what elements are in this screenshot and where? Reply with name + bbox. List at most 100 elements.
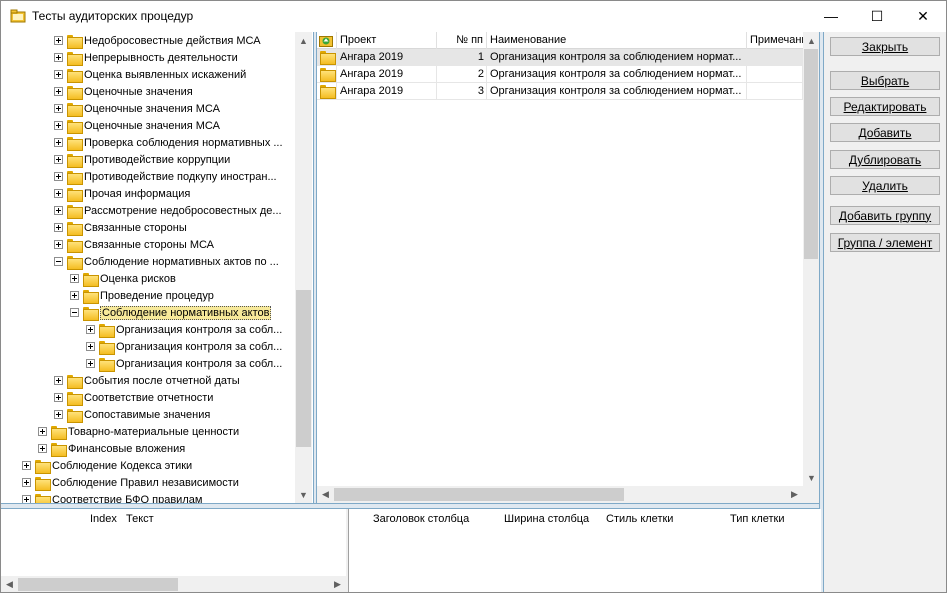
edit-button[interactable]: Редактировать	[830, 97, 940, 116]
expand-icon[interactable]	[54, 138, 63, 147]
expand-icon[interactable]	[54, 206, 63, 215]
table-row[interactable]: Ангара 2019 3 Организация контроля за собл…	[317, 83, 803, 100]
grid-scroll-up-icon[interactable]: ▲	[803, 32, 819, 49]
expand-icon[interactable]	[54, 87, 63, 96]
group-element-button[interactable]: Группа / элемент	[830, 233, 940, 252]
expand-icon[interactable]	[70, 274, 79, 283]
column-header-type[interactable]: Тип клетки	[730, 513, 785, 525]
duplicate-button[interactable]: Дублировать	[830, 150, 940, 169]
grid-scroll-right-icon[interactable]: ▶	[786, 486, 803, 503]
tree-item[interactable]: Соблюдение нормативных актов по ...	[54, 253, 279, 270]
tree-item[interactable]: Оценочные значения	[54, 83, 193, 100]
delete-button[interactable]: Удалить	[830, 176, 940, 195]
grid-horizontal-scrollbar[interactable]: ◀ ▶	[317, 486, 803, 503]
expand-icon[interactable]	[54, 36, 63, 45]
expand-icon[interactable]	[54, 172, 63, 181]
cell-name[interactable]: Организация контроля за соблюдением норм…	[487, 83, 747, 100]
cell-note[interactable]	[747, 83, 803, 100]
tree-item[interactable]: Прочая информация	[54, 185, 190, 202]
expand-icon[interactable]	[86, 342, 95, 351]
collapse-icon[interactable]	[70, 308, 79, 317]
cell-number[interactable]: 3	[437, 83, 487, 100]
cell-project[interactable]: Ангара 2019	[337, 83, 437, 100]
cell-note[interactable]	[747, 49, 803, 66]
tree-item[interactable]: Сопоставимые значения	[54, 406, 210, 423]
tree-item[interactable]: Финансовые вложения	[38, 440, 185, 457]
grid-hscroll-thumb[interactable]	[334, 488, 624, 501]
tree-item[interactable]: Оценочные значения МСА	[54, 100, 220, 117]
expand-icon[interactable]	[54, 155, 63, 164]
add-group-button[interactable]: Добавить группу	[830, 206, 940, 225]
select-button[interactable]: Выбрать	[830, 71, 940, 90]
tree-item[interactable]: Организация контроля за собл...	[86, 355, 282, 372]
tree-item[interactable]: События после отчетной даты	[54, 372, 240, 389]
tree-item[interactable]: Соблюдение Правил независимости	[22, 474, 239, 491]
procedures-grid[interactable]: Проект № пп Наименование Примечани Ангар…	[317, 32, 819, 503]
column-header-index[interactable]: Index	[90, 513, 117, 525]
tree-item[interactable]: Оценка рисков	[70, 270, 176, 287]
table-row[interactable]: Ангара 2019 1 Организация контроля за собл…	[317, 49, 803, 66]
tree-item[interactable]: Оценочные значения МСА	[54, 117, 220, 134]
tree-item[interactable]: Соответствие БФО правилам	[22, 491, 202, 503]
table-row[interactable]: Ангара 2019 2 Организация контроля за собл…	[317, 66, 803, 83]
expand-icon[interactable]	[54, 121, 63, 130]
cell-project[interactable]: Ангара 2019	[337, 49, 437, 66]
tree-item[interactable]: Противодействие подкупу иностран...	[54, 168, 277, 185]
close-button[interactable]: Закрыть	[830, 37, 940, 56]
expand-icon[interactable]	[54, 189, 63, 198]
maximize-button[interactable]: ☐	[854, 1, 900, 31]
cell-number[interactable]: 2	[437, 66, 487, 83]
column-header-text[interactable]: Текст	[126, 513, 154, 525]
grid-vertical-scrollbar[interactable]: ▲ ▼	[803, 32, 819, 486]
column-header-name[interactable]: Наименование	[487, 32, 747, 49]
expand-icon[interactable]	[86, 359, 95, 368]
grid-vscroll-thumb[interactable]	[804, 49, 818, 259]
minimize-button[interactable]: —	[808, 1, 854, 31]
text-hscroll-thumb[interactable]	[18, 578, 178, 591]
tree-item[interactable]: Соблюдение нормативных актов	[70, 304, 272, 321]
expand-icon[interactable]	[54, 70, 63, 79]
tree-item[interactable]: Связанные стороны	[54, 219, 187, 236]
expand-icon[interactable]	[54, 410, 63, 419]
tree-item[interactable]: Непрерывность деятельности	[54, 49, 238, 66]
expand-icon[interactable]	[54, 53, 63, 62]
tree-item[interactable]: Организация контроля за собл...	[86, 321, 282, 338]
expand-icon[interactable]	[54, 393, 63, 402]
tree-item[interactable]: Организация контроля за собл...	[86, 338, 282, 355]
expand-icon[interactable]	[54, 240, 63, 249]
tree-item[interactable]: Рассмотрение недобросовестных де...	[54, 202, 282, 219]
expand-icon[interactable]	[22, 461, 31, 470]
collapse-icon[interactable]	[54, 257, 63, 266]
folder-tree[interactable]: Недобросовестные действия МСА Непрерывнос…	[1, 32, 313, 503]
tree-item[interactable]: Оценка выявленных искажений	[54, 66, 246, 83]
grid-scroll-down-icon[interactable]: ▼	[803, 469, 819, 486]
cell-note[interactable]	[747, 66, 803, 83]
text-scroll-left-icon[interactable]: ◀	[1, 576, 18, 592]
expand-icon[interactable]	[54, 223, 63, 232]
scroll-down-icon[interactable]: ▼	[295, 486, 312, 503]
cell-name[interactable]: Организация контроля за соблюдением норм…	[487, 66, 747, 83]
tree-item[interactable]: Проведение процедур	[70, 287, 214, 304]
tree-item[interactable]: Противодействие коррупции	[54, 151, 230, 168]
scroll-up-icon[interactable]: ▲	[295, 32, 312, 49]
expand-icon[interactable]	[54, 104, 63, 113]
grid-scroll-left-icon[interactable]: ◀	[317, 486, 334, 503]
columns-settings-table[interactable]: Заголовок столбца Ширина столбца Стиль к…	[348, 509, 821, 592]
expand-icon[interactable]	[54, 376, 63, 385]
expand-icon[interactable]	[70, 291, 79, 300]
grid-header-icon-cell[interactable]	[317, 32, 337, 49]
close-window-button[interactable]: ✕	[900, 1, 946, 31]
column-header-note[interactable]: Примечани	[747, 32, 807, 49]
text-scroll-right-icon[interactable]: ▶	[329, 576, 346, 592]
expand-icon[interactable]	[38, 427, 47, 436]
cell-name[interactable]: Организация контроля за соблюдением норм…	[487, 49, 747, 66]
text-table-horizontal-scrollbar[interactable]: ◀ ▶	[1, 576, 346, 592]
expand-icon[interactable]	[22, 478, 31, 487]
column-header-caption[interactable]: Заголовок столбца	[373, 513, 469, 525]
tree-item[interactable]: Соответствие отчетности	[54, 389, 213, 406]
cell-number[interactable]: 1	[437, 49, 487, 66]
tree-item[interactable]: Связанные стороны МСА	[54, 236, 214, 253]
tree-item[interactable]: Соблюдение Кодекса этики	[22, 457, 192, 474]
expand-icon[interactable]	[38, 444, 47, 453]
tree-item[interactable]: Проверка соблюдения нормативных ...	[54, 134, 283, 151]
